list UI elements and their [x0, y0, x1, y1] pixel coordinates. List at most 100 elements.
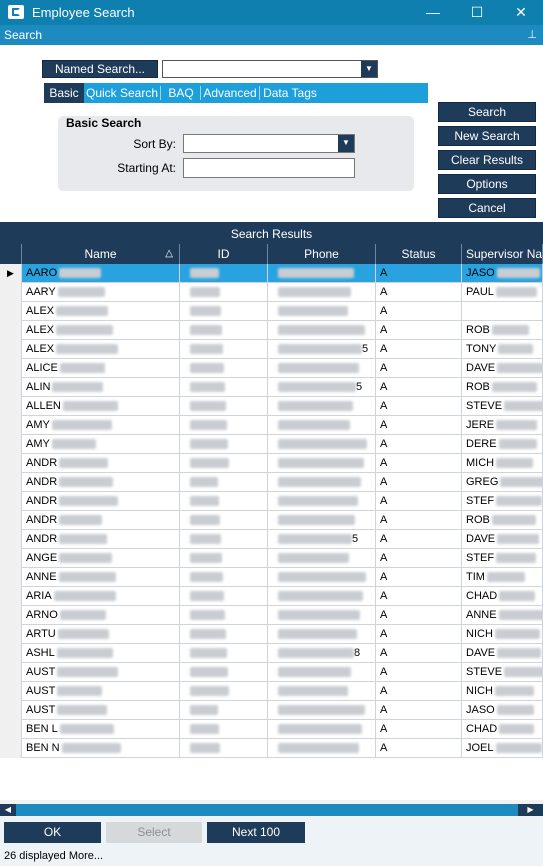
cell-phone [268, 606, 376, 625]
table-row[interactable]: ASHL 8 A DAVE [0, 644, 543, 663]
row-header[interactable] [0, 587, 22, 606]
ok-button[interactable]: OK [4, 822, 101, 843]
tab-quick-search[interactable]: Quick Search [85, 83, 159, 103]
table-row[interactable]: ANDR A MICH [0, 454, 543, 473]
column-header-status[interactable]: Status [376, 244, 462, 264]
table-row[interactable]: AMY A DERE [0, 435, 543, 454]
basic-search-title: Basic Search [66, 116, 142, 130]
column-header-name[interactable]: Name △ [22, 244, 180, 264]
row-header[interactable] [0, 720, 22, 739]
table-row[interactable]: AUST A NICH [0, 682, 543, 701]
row-header[interactable] [0, 644, 22, 663]
table-row[interactable]: ALLEN A STEVE [0, 397, 543, 416]
horizontal-scrollbar[interactable]: ◀ ▶ [0, 800, 543, 818]
table-row[interactable]: ARTU A NICH [0, 625, 543, 644]
cancel-button[interactable]: Cancel [438, 198, 536, 218]
row-header[interactable] [0, 283, 22, 302]
row-header[interactable] [0, 549, 22, 568]
table-row[interactable]: ALEX A ROB [0, 321, 543, 340]
table-row[interactable]: BEN L A CHAD [0, 720, 543, 739]
row-header[interactable] [0, 511, 22, 530]
named-search-dropdown[interactable]: ▼ [162, 60, 378, 78]
table-row[interactable]: ANNE A TIM [0, 568, 543, 587]
select-button[interactable]: Select [106, 822, 202, 843]
table-row[interactable]: ANDR A STEF [0, 492, 543, 511]
row-header[interactable] [0, 530, 22, 549]
scroll-left-icon[interactable]: ◀ [0, 804, 16, 816]
search-button[interactable]: Search [438, 102, 536, 122]
scroll-right-icon[interactable]: ▶ [518, 804, 543, 816]
row-header[interactable] [0, 492, 22, 511]
row-header[interactable] [0, 739, 22, 758]
table-row[interactable]: ANDR A ROB [0, 511, 543, 530]
cell-name-text: BEN L [26, 723, 58, 735]
row-header[interactable] [0, 416, 22, 435]
close-button[interactable]: ✕ [499, 0, 543, 25]
sort-by-dropdown[interactable]: ▼ [183, 134, 355, 153]
column-header-supervisor[interactable]: Supervisor Nar [462, 244, 543, 264]
redacted-text [278, 420, 350, 431]
tab-baq[interactable]: BAQ [162, 83, 200, 103]
cell-name-text: ANGE [26, 552, 58, 564]
row-header[interactable] [0, 625, 22, 644]
table-row[interactable]: AUST A STEVE [0, 663, 543, 682]
table-row[interactable]: ALEX 5 A TONY [0, 340, 543, 359]
row-header[interactable] [0, 302, 22, 321]
table-row[interactable]: ANGE A STEF [0, 549, 543, 568]
table-row[interactable]: ANDR 5 A DAVE [0, 530, 543, 549]
tab-advanced[interactable]: Advanced [202, 83, 258, 103]
row-header[interactable] [0, 701, 22, 720]
new-search-button[interactable]: New Search [438, 126, 536, 146]
column-header-id[interactable]: ID [180, 244, 268, 264]
chevron-down-icon[interactable]: ▼ [338, 135, 354, 152]
cell-phone: 5 [268, 378, 376, 397]
table-row[interactable]: ALICE A DAVE [0, 359, 543, 378]
row-header[interactable] [0, 682, 22, 701]
table-row[interactable]: ANDR A GREG [0, 473, 543, 492]
row-header[interactable] [0, 359, 22, 378]
cell-supervisor: DAVE [462, 530, 543, 549]
row-header[interactable] [0, 321, 22, 340]
cell-phone [268, 682, 376, 701]
maximize-button[interactable]: ☐ [455, 0, 499, 25]
row-header[interactable] [0, 663, 22, 682]
table-row[interactable]: AARY A PAUL [0, 283, 543, 302]
table-row[interactable]: ARIA A CHAD [0, 587, 543, 606]
tab-basic[interactable]: Basic [44, 83, 84, 103]
cell-status-text: A [380, 343, 388, 355]
tab-data-tags[interactable]: Data Tags [261, 83, 319, 103]
row-pointer-icon[interactable]: ▶ [0, 264, 22, 283]
cell-id [180, 663, 268, 682]
cell-status: A [376, 682, 462, 701]
options-button[interactable]: Options [438, 174, 536, 194]
pin-icon[interactable]: ⊥ [527, 28, 537, 41]
row-header[interactable] [0, 397, 22, 416]
row-header[interactable] [0, 473, 22, 492]
table-row[interactable]: AMY A JERE [0, 416, 543, 435]
row-header[interactable] [0, 454, 22, 473]
cell-phone-text: 8 [354, 647, 361, 659]
cell-phone [268, 663, 376, 682]
clear-results-button[interactable]: Clear Results [438, 150, 536, 170]
chevron-down-icon[interactable]: ▼ [361, 61, 377, 77]
row-header[interactable] [0, 435, 22, 454]
table-row[interactable]: ALIN 5 A ROB [0, 378, 543, 397]
cell-supervisor: DAVE [462, 644, 543, 663]
named-search-button[interactable]: Named Search... [42, 60, 158, 78]
table-row[interactable]: ARNO A ANNE [0, 606, 543, 625]
table-row[interactable]: ALEX A [0, 302, 543, 321]
minimize-button[interactable]: — [411, 0, 455, 25]
table-row[interactable]: ▶ AARO A JASO [0, 264, 543, 283]
scrollbar-thumb[interactable] [16, 804, 517, 816]
row-header[interactable] [0, 378, 22, 397]
row-header[interactable] [0, 606, 22, 625]
next-100-button[interactable]: Next 100 [207, 822, 305, 843]
column-header-phone[interactable]: Phone [268, 244, 376, 264]
starting-at-input[interactable] [183, 158, 355, 178]
redacted-text [61, 743, 122, 754]
row-header[interactable] [0, 340, 22, 359]
row-header[interactable] [0, 568, 22, 587]
table-row[interactable]: BEN N A JOEL [0, 739, 543, 758]
cell-supervisor: DAVE [462, 359, 543, 378]
table-row[interactable]: AUST A JASO [0, 701, 543, 720]
